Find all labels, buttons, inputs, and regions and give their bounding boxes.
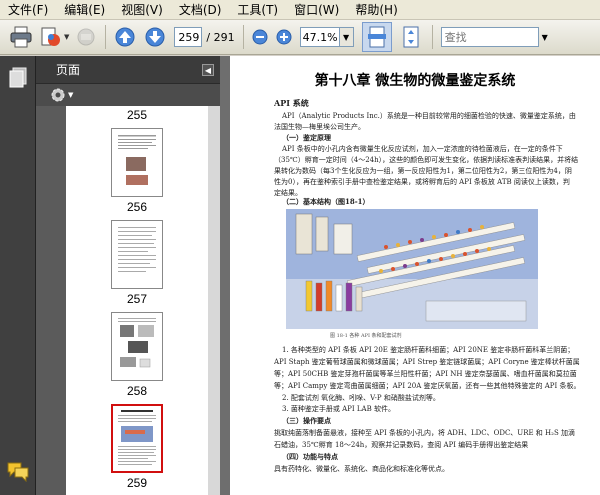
thumbnail-preview (118, 227, 156, 272)
share-dropdown-arrow[interactable]: ▼ (64, 33, 69, 41)
subsection-heading: （一）鉴定原理 (282, 133, 331, 142)
page-thumbnail[interactable] (111, 312, 163, 381)
thumbnail-preview (118, 410, 156, 465)
scroll-down-arrow[interactable]: ▼ (208, 483, 220, 495)
paragraph-line: API Staph 鉴定葡萄球菌属和微球菌属；API Strep 鉴定链球菌属；… (274, 358, 580, 366)
paragraph-line: 2. 配套试剂 氧化酶、吲哚、V-P 和硝酸盐试剂等。 (282, 394, 440, 402)
pages-panel: 页面 ◀ ▼ 255 256 257 258 259 ▲ ▼ (36, 56, 220, 495)
chapter-title: 第十八章 微生物的微量鉴定系统 (314, 73, 516, 89)
search-input[interactable] (440, 27, 539, 47)
pages-icon (9, 67, 27, 88)
thumbnail-preview (118, 135, 156, 185)
fit-width-button[interactable] (361, 22, 392, 52)
zoom-out-button[interactable] (250, 24, 270, 50)
menu-edit[interactable]: 编辑(E) (56, 0, 113, 20)
toolbar-separator (431, 25, 433, 49)
thumbnail-label: 258 (126, 384, 148, 398)
menu-view[interactable]: 视图(V) (113, 0, 171, 20)
zoom-out-icon (252, 29, 268, 45)
document-page[interactable]: 第十八章 微生物的微量鉴定系统 API 系统 API（Analytic Prod… (230, 56, 600, 495)
comments-panel-button[interactable] (6, 460, 30, 484)
menu-help[interactable]: 帮助(H) (347, 0, 405, 20)
menu-bar: 文件(F) 编辑(E) 视图(V) 文档(D) 工具(T) 窗口(W) 帮助(H… (0, 0, 600, 20)
search-dropdown-arrow[interactable]: ▼ (542, 33, 552, 42)
collaborate-button[interactable] (73, 24, 99, 50)
page-gutter (220, 56, 230, 495)
thumbnail-label: 255 (126, 108, 148, 122)
toolbar: ▼ / 291 ▼ (0, 20, 600, 55)
paragraph-line: 挑取纯菌落制备菌悬液，接种至 API 条板的小孔内，将 ADH、LDC、ODC、… (274, 429, 575, 437)
subsection-heading: （二）基本结构（图18-1） (282, 197, 370, 206)
paragraph-line: 等；API 50CHB 鉴定芽孢杆菌属等革兰阳性杆菌；API NH 鉴定奈瑟菌属… (274, 370, 577, 378)
paragraph-line: 1. 各种类型的 API 条板 API 20E 鉴定肠杆菌科细菌；API 20N… (282, 346, 575, 354)
share-button[interactable] (38, 24, 64, 50)
page-thumbnail-selected[interactable] (111, 404, 163, 473)
fit-page-button[interactable] (396, 22, 426, 52)
thumbnail-label: 256 (126, 200, 148, 214)
subsection-heading: （三）操作要点 (282, 416, 331, 425)
pages-panel-button[interactable] (6, 66, 30, 90)
menu-window[interactable]: 窗口(W) (286, 0, 347, 20)
print-button[interactable] (8, 24, 34, 50)
pages-panel-header: 页面 ◀ (36, 56, 220, 84)
paragraph-line: 等；API Campy 鉴定弯曲菌属细菌；API 20A 鉴定厌氧菌，还有一些其… (274, 382, 581, 390)
panel-collapse-button[interactable]: ◀ (202, 64, 214, 76)
arrow-up-icon (115, 27, 135, 47)
paragraph-line: （35℃）孵育一定时间（4～24h），这些的颜色即可发生变化，依据判读标准表判读… (274, 156, 579, 164)
toolbar-separator (105, 25, 107, 49)
figure-caption: 图 18-1 各种 API 条和配套试剂 (330, 333, 402, 339)
paragraph-line: 性为0），再在鉴种索引手册中查检鉴定结果，或将孵育后的 API 条板放 ATB … (274, 178, 570, 186)
paragraph-line: 石蜡油，35℃孵育 18～24h，观察并记录数码，查阅 API 编码手册得出鉴定… (274, 441, 529, 449)
thumbnail-list: 255 256 257 258 259 ▲ ▼ (36, 106, 220, 495)
menu-tools[interactable]: 工具(T) (229, 0, 286, 20)
page-thumbnail[interactable] (111, 128, 163, 197)
toolbar-separator (242, 25, 244, 49)
pages-panel-title: 页面 (56, 63, 81, 77)
paragraph-line: 3. 菌种鉴定手册或 API LAB 软件。 (282, 405, 395, 413)
zoom-dropdown-arrow[interactable]: ▼ (339, 27, 354, 47)
zoom-in-icon (276, 29, 292, 45)
panel-options-bar: ▼ (36, 84, 220, 106)
section-heading: API 系统 (274, 98, 309, 108)
gear-icon[interactable] (50, 87, 66, 103)
collaborate-icon (77, 28, 95, 46)
thumbnail-label: 257 (126, 292, 148, 306)
paragraph-line: API 条板中的小孔内含有微量生化反应试剂，加入一定浓度的待检菌液后，在一定的条… (282, 145, 563, 153)
navigation-bar (0, 56, 36, 495)
previous-page-button[interactable] (112, 24, 138, 50)
paragraph-line: 果转化为数码（每3个生化反应为一组，第一反应阳性为1，第二位阳性为2，第三位阳性… (274, 167, 572, 175)
api-strips-photo (286, 209, 538, 329)
subsection-heading: （四）功能与特点 (282, 452, 338, 461)
menu-document[interactable]: 文档(D) (171, 0, 230, 20)
scroll-up-arrow[interactable]: ▲ (208, 106, 220, 118)
document-share-icon (41, 27, 60, 46)
zoom-level-input[interactable] (299, 27, 340, 47)
page-number-input[interactable] (174, 27, 203, 47)
options-dropdown-arrow[interactable]: ▼ (68, 91, 73, 99)
fit-page-icon (403, 26, 419, 48)
arrow-down-icon (145, 27, 165, 47)
paragraph-line: 法国生物—梅里埃公司生产。 (274, 123, 365, 131)
paragraph-line: 具有药特化、微量化、系统化、商品化和标准化等优点。 (274, 465, 449, 473)
fit-width-icon (367, 26, 386, 48)
thumbnail-preview (118, 318, 156, 368)
page-thumbnail[interactable] (111, 220, 163, 289)
paragraph-line: API（Analytic Products Inc.）系统是一种目前较常用的细菌… (282, 112, 576, 120)
thumbnail-label: 259 (126, 476, 148, 490)
zoom-in-button[interactable] (274, 24, 294, 50)
comments-icon (7, 462, 29, 483)
page-total-label: / 291 (206, 30, 235, 44)
menu-file[interactable]: 文件(F) (0, 0, 56, 20)
next-page-button[interactable] (142, 24, 168, 50)
printer-icon (10, 26, 32, 48)
